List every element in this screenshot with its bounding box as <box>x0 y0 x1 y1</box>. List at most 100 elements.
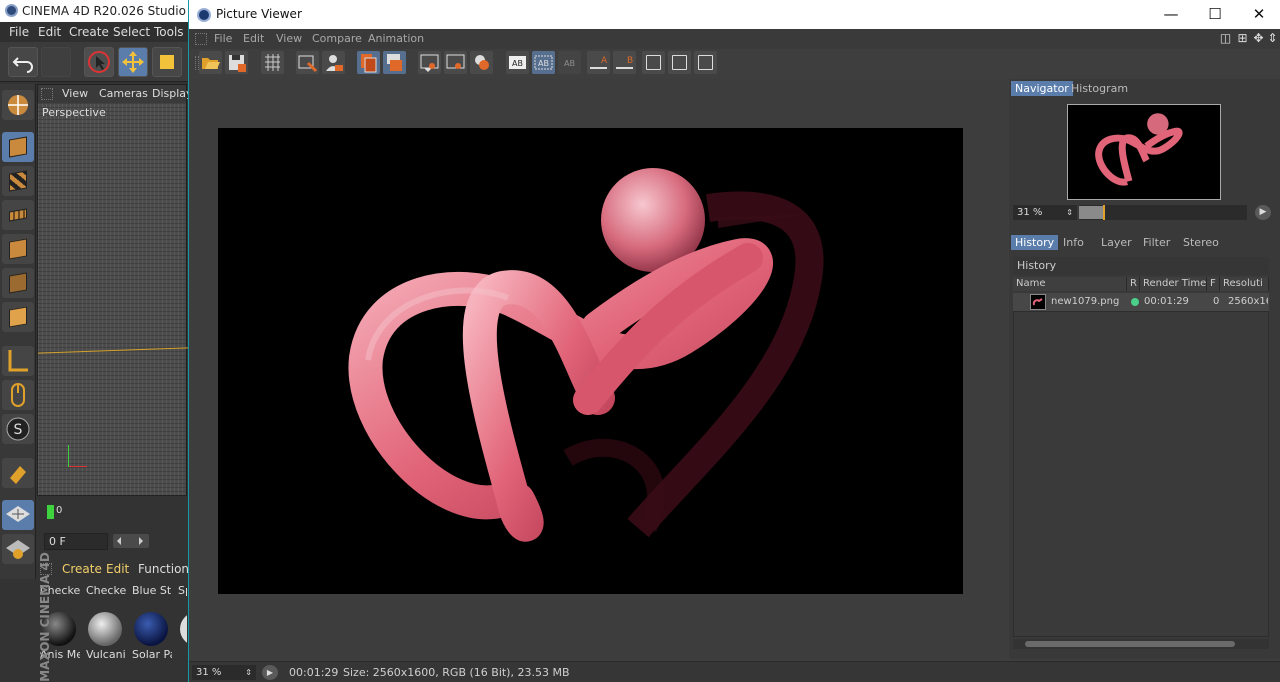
new-window-icon[interactable]: ⊞ <box>1236 32 1249 45</box>
workplane-lock-icon[interactable] <box>2 500 34 530</box>
close-button[interactable]: ✕ <box>1237 0 1280 29</box>
material-menu-function[interactable]: Function <box>138 562 189 576</box>
material-solar-panel[interactable]: Solar Pa <box>130 608 172 660</box>
render-canvas-area[interactable] <box>191 79 1007 659</box>
spinner-icon[interactable]: ⇕ <box>245 665 252 680</box>
cube-icon <box>9 136 27 158</box>
layout-panel-icon[interactable]: ◫ <box>1219 32 1232 45</box>
material-sp[interactable]: Sp <box>176 580 187 604</box>
viewport-menu-view[interactable]: View <box>62 87 88 100</box>
perspective-viewport[interactable]: View Cameras Display Perspective <box>37 84 193 496</box>
tweak-mode-icon[interactable] <box>2 380 34 410</box>
render-region-icon[interactable] <box>296 51 319 74</box>
material-partial[interactable] <box>176 608 187 660</box>
c4d-menu-tools[interactable]: Tools <box>154 25 184 39</box>
material-vulcanic[interactable]: Vulcanic <box>84 608 126 660</box>
navigator-zoom-field[interactable]: 31 % ⇕ <box>1013 205 1077 220</box>
copy-icon[interactable] <box>357 51 380 74</box>
grid-icon[interactable] <box>261 51 284 74</box>
c4d-menu-edit[interactable]: Edit <box>38 25 61 39</box>
ab-off-icon[interactable]: AB <box>558 51 581 74</box>
history-list-area[interactable] <box>1013 311 1269 637</box>
pv-menu-animation[interactable]: Animation <box>368 32 424 45</box>
model-mode-icon[interactable] <box>2 132 34 162</box>
move-icon[interactable] <box>118 47 148 77</box>
spinner-icon[interactable]: ⇕ <box>1066 205 1073 220</box>
ab-compare-icon[interactable] <box>470 51 493 74</box>
pv-menu-view[interactable]: View <box>276 32 302 45</box>
workplane-grid-icon[interactable] <box>2 534 34 564</box>
scale-icon[interactable] <box>152 47 182 77</box>
col-resolution[interactable]: Resoluti <box>1220 277 1269 291</box>
material-menu-create[interactable]: Create <box>62 562 102 576</box>
split-d-icon[interactable] <box>694 51 717 74</box>
tab-navigator[interactable]: Navigator <box>1011 81 1073 96</box>
magnet-icon[interactable] <box>2 458 34 488</box>
viewport-menu-display[interactable]: Display <box>152 87 193 100</box>
current-frame-field[interactable]: 0 F <box>44 533 108 550</box>
history-row[interactable]: new1079.png 00:01:29 0 2560x16 <box>1013 293 1269 311</box>
set-a-icon[interactable]: A <box>587 51 610 74</box>
c4d-menu-file[interactable]: File <box>9 25 29 39</box>
tab-info[interactable]: Info <box>1059 235 1088 250</box>
texture-mode-icon[interactable] <box>2 166 34 196</box>
pv-menu-edit[interactable]: Edit <box>243 32 264 45</box>
col-name[interactable]: Name <box>1013 277 1127 291</box>
picture-viewer-statusbar: 31 % ⇕ ▶ 00:01:29 Size: 2560x1600, RGB (… <box>189 661 1280 682</box>
copy-alt-icon[interactable] <box>383 51 406 74</box>
snap-icon[interactable]: S <box>2 414 34 444</box>
redo-icon[interactable] <box>41 47 71 77</box>
col-render-time[interactable]: Render Time <box>1140 277 1207 291</box>
tab-stereo[interactable]: Stereo <box>1179 235 1223 250</box>
ab-b-icon[interactable] <box>444 51 467 74</box>
status-zoom-field[interactable]: 31 % ⇕ <box>192 665 256 680</box>
ab-icon[interactable]: AB <box>506 51 529 74</box>
set-b-icon[interactable]: B <box>613 51 636 74</box>
move-panel-icon[interactable]: ✥ <box>1252 32 1265 45</box>
collapse-panel-icon[interactable]: ⇕ <box>1266 32 1279 45</box>
pv-menu-compare[interactable]: Compare <box>312 32 362 45</box>
tab-history[interactable]: History <box>1011 235 1059 250</box>
tab-filter[interactable]: Filter <box>1139 235 1174 250</box>
tab-layer[interactable]: Layer <box>1097 235 1136 250</box>
status-play-icon[interactable]: ▶ <box>262 665 278 680</box>
col-r[interactable]: R <box>1127 277 1140 291</box>
edges-mode-icon[interactable] <box>2 268 34 298</box>
polygons-mode-icon[interactable] <box>2 302 34 332</box>
navigator-zoom-slider[interactable] <box>1079 205 1247 220</box>
frame-step-buttons[interactable] <box>113 534 149 548</box>
svg-text:AB: AB <box>538 59 549 68</box>
maximize-button[interactable]: ☐ <box>1193 0 1237 29</box>
undo-icon[interactable] <box>8 47 38 77</box>
timeline-playhead[interactable] <box>47 505 54 519</box>
make-editable-icon[interactable] <box>2 90 34 120</box>
axis-mode-icon[interactable] <box>2 346 34 376</box>
material-checker-2[interactable]: Checker <box>84 580 126 604</box>
split-v-icon[interactable] <box>642 51 665 74</box>
pv-menu-file[interactable]: File <box>214 32 232 45</box>
minimize-button[interactable]: — <box>1149 0 1193 29</box>
open-icon[interactable] <box>199 51 222 74</box>
workplane-icon[interactable] <box>2 200 34 230</box>
select-cursor-icon[interactable] <box>84 47 114 77</box>
points-mode-icon[interactable] <box>2 234 34 264</box>
navigator-thumbnail[interactable] <box>1067 104 1221 200</box>
col-frame[interactable]: F <box>1207 277 1220 291</box>
material-blue-stripe[interactable]: Blue Str <box>130 580 172 604</box>
ab-select-icon[interactable]: AB <box>532 51 555 74</box>
save-icon[interactable] <box>225 51 248 74</box>
ab-a-icon[interactable] <box>418 51 441 74</box>
timeline[interactable]: 0 <box>37 497 187 527</box>
user-icon[interactable] <box>322 51 345 74</box>
c4d-menu-select[interactable]: Select <box>113 25 150 39</box>
c4d-menu-create[interactable]: Create <box>69 25 109 39</box>
history-horizontal-scrollbar[interactable] <box>1013 639 1269 649</box>
zoom-play-icon[interactable]: ▶ <box>1255 205 1271 220</box>
zoom-slider-handle[interactable] <box>1102 205 1105 220</box>
viewport-menu-cameras[interactable]: Cameras <box>99 87 148 100</box>
material-menu-edit[interactable]: Edit <box>106 562 129 576</box>
split-h-icon[interactable] <box>668 51 691 74</box>
scrollbar-thumb[interactable] <box>1025 641 1235 647</box>
tab-histogram[interactable]: Histogram <box>1067 81 1132 96</box>
history-section-title: History <box>1013 257 1269 275</box>
